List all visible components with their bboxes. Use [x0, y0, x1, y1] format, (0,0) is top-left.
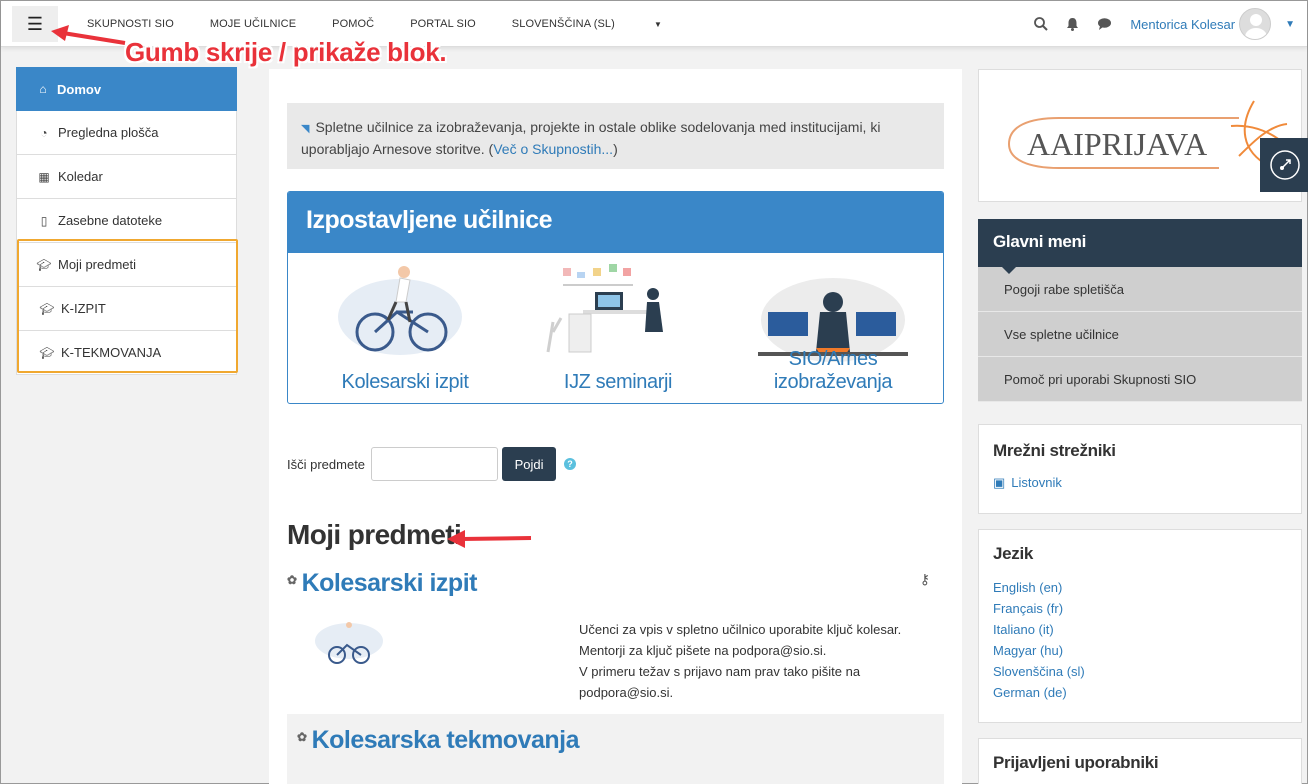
language-link[interactable]: German (de): [993, 685, 1287, 706]
annotation-text: Gumb skrije / prikaže blok.: [125, 37, 447, 67]
course-icon: ✿: [297, 729, 307, 744]
featured-card-ijz-seminarji[interactable]: IJZ seminarji: [513, 262, 723, 402]
home-icon: ⌂: [39, 82, 47, 96]
network-servers-block: Mrežni strežniki ▣ Listovnik: [978, 424, 1302, 514]
aai-prijava-logo[interactable]: AAIPRIJAVA: [999, 96, 1289, 176]
main-content: ◥ Spletne učilnice za izobraževanja, proj…: [269, 69, 962, 784]
aai-login-block: AAIPRIJAVA: [978, 69, 1302, 202]
featured-card-label[interactable]: SIO/Arnes izobraževanja: [728, 348, 938, 394]
logo-text: AAIPRIJAVA: [1027, 126, 1207, 162]
bell-icon[interactable]: [1066, 17, 1079, 31]
nav-link-pomoc[interactable]: POMOČ: [332, 18, 374, 30]
main-menu-item[interactable]: Pogoji rabe spletišča: [978, 267, 1302, 312]
course-item: ✿ Kolesarska tekmovanja: [287, 714, 944, 784]
course-item: ✿ Kolesarski izpit ⚷ Učenci za vpis v spl…: [287, 569, 944, 700]
online-users-block: Prijavljeni uporabniki: [978, 738, 1302, 784]
featured-card-label[interactable]: Kolesarski izpit: [300, 371, 510, 394]
seminar-illustration: [546, 264, 663, 353]
avatar[interactable]: [1239, 8, 1272, 40]
language-dropdown[interactable]: SLOVENŠČINA (SL) ▼: [512, 18, 698, 30]
featured-card-label[interactable]: IJZ seminarji: [513, 371, 723, 394]
user-name[interactable]: Mentorica Kolesar: [1130, 17, 1235, 32]
main-menu-title: Glavni meni: [978, 219, 1302, 274]
my-courses-title: Moji predmeti: [287, 519, 462, 550]
computer-room-illustration: [758, 278, 908, 362]
nav-link-portal[interactable]: PORTAL SIO: [410, 18, 476, 30]
featured-card-sio-arnes[interactable]: SIO/Arnes izobraževanja: [728, 262, 938, 402]
language-link[interactable]: Slovenščina (sl): [993, 664, 1287, 685]
circle-arrow-icon: [1269, 150, 1300, 180]
info-icon: ◥: [301, 123, 310, 135]
language-link[interactable]: Magyar (hu): [993, 643, 1287, 664]
chat-icon[interactable]: [1097, 17, 1112, 31]
nav-item-koledar[interactable]: ▦ Koledar: [16, 155, 237, 199]
online-users-title: Prijavljeni uporabniki: [993, 753, 1159, 772]
nav-link-moje-ucilnice[interactable]: MOJE UČILNICE: [210, 18, 296, 30]
user-menu-caret-icon[interactable]: ▼: [1285, 19, 1295, 30]
sidebar-toggle-tab[interactable]: [1260, 138, 1308, 192]
language-link[interactable]: English (en): [993, 580, 1287, 601]
annotation-arrow-icon: [51, 25, 126, 45]
featured-card-kolesarski-izpit[interactable]: Kolesarski izpit: [300, 262, 510, 402]
search-input[interactable]: [371, 447, 499, 481]
hamburger-icon: ☰: [26, 13, 44, 34]
language-link[interactable]: Italiano (it): [993, 622, 1287, 643]
search-icon[interactable]: [1034, 17, 1049, 31]
course-title[interactable]: Kolesarska tekmovanja: [312, 726, 580, 755]
key-icon: ⚷: [919, 571, 930, 587]
course-title[interactable]: Kolesarski izpit: [302, 569, 478, 598]
calendar-icon: ▦: [38, 169, 50, 184]
course-icon: ✿: [287, 572, 297, 587]
bicycle-illustration: [338, 266, 462, 355]
network-servers-title: Mrežni strežniki: [993, 441, 1116, 460]
highlight-box: [17, 239, 238, 373]
caret-down-icon: ▼: [654, 20, 663, 29]
info-box: ◥ Spletne učilnice za izobraževanja, proj…: [287, 103, 944, 169]
course-summary: Učenci za vpis v spletno učilnico uporab…: [579, 622, 902, 700]
main-menu-item[interactable]: Pomoč pri uporabi Skupnosti SIO: [978, 357, 1302, 402]
main-menu-block: Glavni meni Pogoji rabe spletišča Vse sp…: [978, 219, 1302, 402]
document-icon: ▣: [993, 475, 1006, 490]
main-menu-item[interactable]: Vse spletne učilnice: [978, 312, 1302, 357]
help-icon[interactable]: ?: [564, 458, 577, 470]
featured-courses: Izpostavljene učilnice Kolesarski izpit: [287, 191, 944, 404]
file-icon: ▯: [40, 213, 48, 228]
nav-item-pregledna-plosca[interactable]: ◔ Pregledna plošča: [16, 111, 237, 155]
search-button[interactable]: Pojdi: [502, 447, 557, 481]
server-link-listovnik[interactable]: ▣ Listovnik: [993, 475, 1287, 496]
info-link[interactable]: Več o Skupnostih...: [493, 141, 613, 157]
annotation-arrow-icon: [447, 530, 532, 548]
dashboard-icon: ◔: [40, 125, 48, 140]
language-title: Jezik: [993, 544, 1034, 563]
course-search: Išči predmete Pojdi ?: [287, 447, 577, 481]
course-thumbnail: [315, 622, 383, 664]
language-link[interactable]: Français (fr): [993, 601, 1287, 622]
nav-item-zasebne-datoteke[interactable]: ▯ Zasebne datoteke: [16, 199, 237, 243]
language-block: Jezik English (en) Français (fr) Italian…: [978, 529, 1302, 723]
featured-title: Izpostavljene učilnice: [288, 192, 943, 253]
search-label: Išči predmete: [287, 456, 366, 472]
nav-item-domov[interactable]: ⌂ Domov: [16, 67, 237, 111]
